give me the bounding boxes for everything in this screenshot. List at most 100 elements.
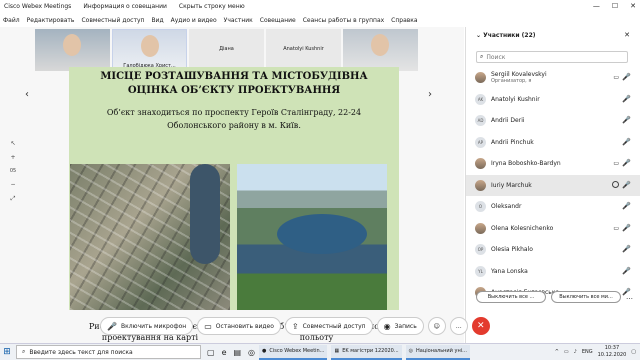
participant-row[interactable]: Iuriy Marchuk 🎤 xyxy=(466,174,640,196)
video-button[interactable]: ▭ Остановить видео xyxy=(197,317,281,335)
video-thumbnail[interactable]: Anatolyi Kushnir xyxy=(266,29,341,71)
edge-icon[interactable]: e xyxy=(222,348,227,357)
maximize-icon[interactable]: ☐ xyxy=(612,2,618,10)
more-options-icon[interactable]: … xyxy=(626,291,634,303)
participant-role: Организатор, я xyxy=(491,78,532,85)
zoom-in-icon[interactable]: + xyxy=(10,154,15,161)
window-controls: — ☐ ✕ xyxy=(593,2,636,10)
language-indicator[interactable]: ENG xyxy=(582,349,593,355)
menu-view[interactable]: Вид xyxy=(151,17,163,24)
zoom-out-icon[interactable]: − xyxy=(10,181,15,188)
mute-all-button[interactable]: Выключить все ... xyxy=(476,291,546,303)
participant-row[interactable]: Iryna Boboshko-Bardyn ▭ 🎤 xyxy=(466,153,640,175)
mic-button[interactable]: 🎤 Включить микрофон xyxy=(100,317,194,335)
more-button[interactable]: … xyxy=(449,317,468,335)
mic-muted-icon[interactable]: 🎤 xyxy=(622,73,631,81)
video-thumbnail[interactable] xyxy=(343,29,418,71)
participant-row[interactable]: AK Anatolyi Kushnir 🎤 xyxy=(466,89,640,111)
reactions-button[interactable]: ☺ xyxy=(427,317,446,335)
camera-icon: ▭ xyxy=(613,74,619,81)
close-panel-icon[interactable]: ✕ xyxy=(624,31,630,39)
avatar xyxy=(475,72,486,84)
camera-icon: ▭ xyxy=(613,224,619,232)
record-button[interactable]: ◉ Запись xyxy=(376,317,424,335)
menu-breakout[interactable]: Сеансы работы в группах xyxy=(303,17,384,24)
share-icon: ⇪ xyxy=(291,321,299,331)
fit-icon[interactable]: ⤢ xyxy=(11,195,16,203)
video-thumbnail[interactable] xyxy=(35,29,110,71)
slide-address: Об’єкт знаходиться по проспекту Героїв С… xyxy=(106,108,362,130)
video-thumbnail[interactable]: Діана xyxy=(189,29,264,71)
mic-muted-icon[interactable]: 🎤 xyxy=(622,95,631,103)
clock[interactable]: 10:37 10.12.2020 xyxy=(598,345,627,359)
menu-meeting[interactable]: Совещание xyxy=(260,17,296,24)
participant-row[interactable]: AP Andrii Pinchuk 🎤 xyxy=(466,132,640,154)
menu-audio-video[interactable]: Аудио и видео xyxy=(171,17,217,24)
mic-muted-icon[interactable]: 🎤 xyxy=(622,245,631,253)
network-icon[interactable]: ▭ xyxy=(564,349,569,355)
participant-row[interactable]: YL Yana Lonska 🎤 xyxy=(466,261,640,283)
taskbar-app-excel[interactable]: ▦ EK магістри 122020... xyxy=(331,344,402,360)
share-button[interactable]: ⇪ Совместный доступ xyxy=(284,317,373,335)
thumbnails-next-icon[interactable]: › xyxy=(428,89,432,100)
pointer-icon[interactable]: ↖ xyxy=(10,140,15,147)
aerial-photo xyxy=(237,164,387,310)
menu-help[interactable]: Справка xyxy=(391,17,417,24)
title-bar: Cisco Webex Meetings Информация о совеща… xyxy=(0,0,640,13)
participant-name: Andrii Pinchuk xyxy=(491,138,534,146)
avatar xyxy=(475,222,486,234)
mic-muted-icon[interactable]: 🎤 xyxy=(622,159,631,167)
task-view-icon[interactable]: ▢ xyxy=(207,348,215,357)
video-thumbnail[interactable]: Галобідюка Христ... xyxy=(112,29,187,71)
windows-start-icon[interactable]: ⊞ xyxy=(0,347,14,357)
mic-muted-icon[interactable]: 🎤 xyxy=(622,138,631,146)
notifications-icon[interactable]: ▢ xyxy=(631,349,636,355)
chrome-icon[interactable]: ◎ xyxy=(248,348,255,357)
participant-row[interactable]: AD Andrii Derii 🎤 xyxy=(466,110,640,132)
minimize-icon[interactable]: — xyxy=(593,2,600,10)
mic-muted-icon[interactable]: 🎤 xyxy=(622,181,631,189)
participant-name: Olena Kolesnichenko xyxy=(491,224,554,232)
taskbar-search[interactable]: ⌕ Введите здесь текст для поиска xyxy=(16,345,201,359)
record-icon: ◉ xyxy=(383,321,391,331)
end-meeting-button[interactable]: ✕ xyxy=(471,317,490,335)
more-icon: … xyxy=(455,322,462,330)
time: 10:37 xyxy=(604,345,620,351)
participant-row[interactable]: Olena Kolesnichenko ▭ 🎤 xyxy=(466,218,640,240)
mic-muted-icon[interactable]: 🎤 xyxy=(622,202,631,210)
mic-muted-icon[interactable]: 🎤 xyxy=(622,267,631,275)
taskbar-app-browser[interactable]: ◎ Національний уні... xyxy=(405,344,470,360)
participant-text: Yana Lonska xyxy=(491,268,528,275)
taskbar-app-webex[interactable]: ● Cisco Webex Meetin... xyxy=(259,344,328,360)
volume-icon[interactable]: ♪ xyxy=(574,349,577,355)
search-icon: ⌕ xyxy=(480,53,484,60)
tray-arrow-icon[interactable]: ^ xyxy=(555,349,559,355)
unmute-all-button[interactable]: Выключить все ми... xyxy=(551,291,621,303)
chat-icon[interactable] xyxy=(612,180,619,188)
avatar xyxy=(475,158,486,170)
search-input[interactable] xyxy=(486,53,607,61)
avatar: AD xyxy=(475,115,486,127)
map-image xyxy=(70,164,230,310)
explorer-icon[interactable]: ▤ xyxy=(233,348,241,357)
participant-list: Sergiil Kovalevskyi Организатор, я ▭ 🎤 AK Ana… xyxy=(466,67,640,304)
menu-file[interactable]: Файл xyxy=(3,17,20,24)
participants-title[interactable]: ⌄ Участники (22) xyxy=(476,32,536,39)
menu-participant[interactable]: Участник xyxy=(224,17,253,24)
thumbnails-prev-icon[interactable]: ‹ xyxy=(25,89,29,100)
meeting-info-tab[interactable]: Информация о совещании xyxy=(83,3,167,10)
menu-bar: Файл Редактировать Совместный доступ Вид… xyxy=(0,14,640,26)
mic-muted-icon[interactable]: 🎤 xyxy=(622,224,631,232)
participant-name: Sergiil Kovalevskyi xyxy=(491,71,547,79)
menu-share[interactable]: Совместный доступ xyxy=(81,17,144,24)
participant-row[interactable]: OP Olesia Pikhalo 🎤 xyxy=(466,239,640,261)
participant-row[interactable]: O Oleksandr 🎤 xyxy=(466,196,640,218)
close-icon[interactable]: ✕ xyxy=(630,2,636,10)
menu-edit[interactable]: Редактировать xyxy=(27,17,75,24)
mic-muted-icon[interactable]: 🎤 xyxy=(622,116,631,124)
avatar: AK xyxy=(475,93,486,105)
browser-icon: ◎ xyxy=(408,348,414,354)
participant-search[interactable]: ⌕ xyxy=(476,51,628,63)
participant-row[interactable]: Sergiil Kovalevskyi Организатор, я ▭ 🎤 xyxy=(466,67,640,89)
hide-menu-button[interactable]: Скрыть строку меню xyxy=(179,3,245,10)
